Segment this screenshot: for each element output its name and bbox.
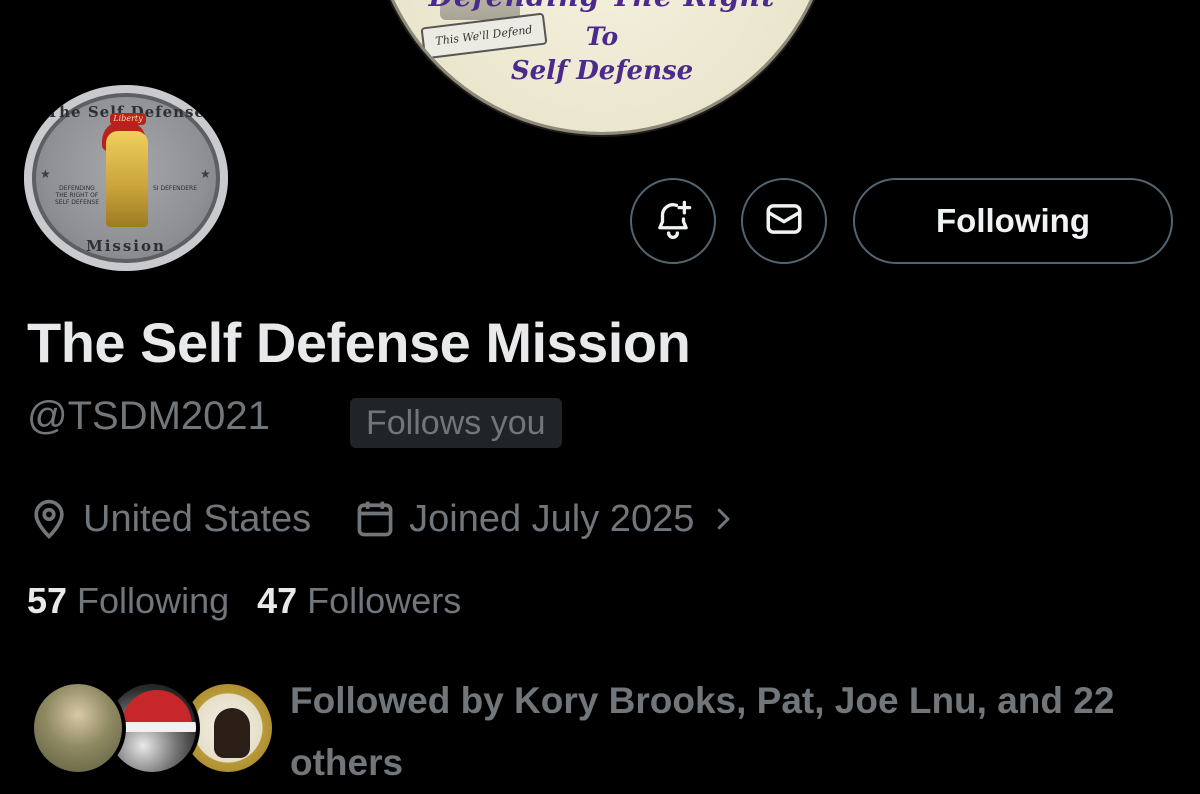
avatar-badge-text: Liberty — [110, 113, 146, 125]
following-count: 57 — [27, 580, 68, 621]
followed-by-avatars[interactable] — [30, 680, 276, 780]
header-banner-image: This We'll Defend Defending The Right To… — [372, 0, 832, 132]
banner-line-3: Self Defense — [510, 56, 694, 86]
profile-display-name: The Self Defense Mission — [27, 311, 691, 374]
star-icon: ★ — [200, 167, 211, 181]
bell-plus-icon — [652, 198, 694, 244]
profile-avatar[interactable]: The Self Defense Liberty ★ ★ DEFENDING T… — [24, 85, 228, 271]
banner-line-1: Defending The Right — [372, 0, 832, 13]
chevron-right-icon[interactable] — [708, 504, 738, 534]
followers-label: Followers — [307, 580, 462, 621]
location-pin-icon — [27, 497, 71, 541]
following-stat[interactable]: 57 Following — [27, 580, 229, 622]
santa-hat-rim — [116, 722, 196, 732]
follower-avatar — [30, 680, 126, 776]
followers-stat[interactable]: 47 Followers — [257, 580, 461, 622]
follows-you-badge: Follows you — [350, 398, 562, 448]
notifications-button[interactable] — [630, 178, 716, 264]
star-icon: ★ — [40, 167, 51, 181]
followed-by-text[interactable]: Followed by Kory Brooks, Pat, Joe Lnu, a… — [290, 670, 1180, 794]
calendar-icon — [353, 497, 397, 541]
avatar-right-text: SI DEFENDERE — [153, 185, 197, 192]
following-button[interactable]: Following — [853, 178, 1173, 264]
profile-meta-row: United States Joined July 2025 — [27, 494, 738, 544]
following-label: Following — [77, 580, 230, 621]
profile-location: United States — [83, 497, 312, 540]
profile-handle: @TSDM2021 — [27, 394, 270, 438]
profile-joined-date[interactable]: Joined July 2025 — [409, 498, 694, 541]
follower-avatar-face — [214, 708, 250, 758]
followers-count: 47 — [257, 580, 298, 621]
profile-stats: 57 Following 47 Followers — [27, 580, 461, 630]
banner-line-2: To — [585, 22, 619, 51]
envelope-icon — [763, 198, 805, 244]
message-button[interactable] — [741, 178, 827, 264]
avatar-armor — [106, 131, 148, 227]
avatar-left-text: DEFENDING THE RIGHT OF SELF DEFENSE — [54, 185, 100, 206]
avatar-bottom-text: Mission — [86, 237, 166, 255]
